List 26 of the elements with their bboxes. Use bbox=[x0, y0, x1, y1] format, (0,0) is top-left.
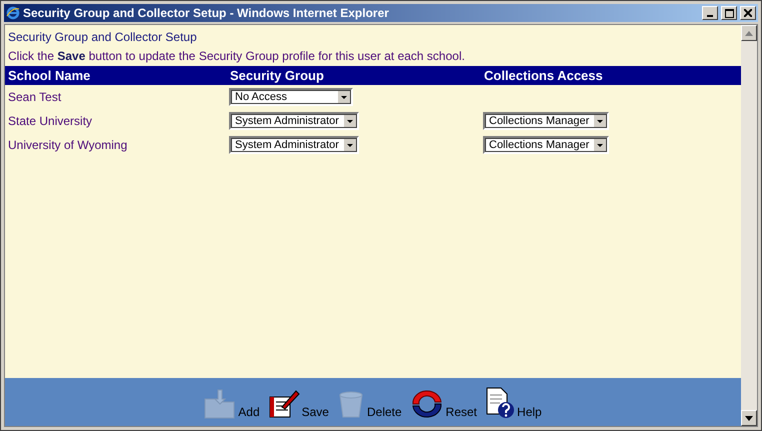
school-name: State University bbox=[7, 114, 94, 128]
browser-logo-icon bbox=[6, 6, 20, 20]
dropdown[interactable]: System Administrator bbox=[229, 136, 359, 154]
school-name: Sean Test bbox=[7, 90, 62, 104]
column-header: Collections Access bbox=[483, 68, 604, 83]
page-title: Security Group and Collector Setup bbox=[7, 29, 198, 46]
school-name: University of Wyoming bbox=[7, 138, 128, 152]
window-title: Security Group and Collector Setup - Windows Internet Explorer bbox=[23, 6, 390, 20]
maximize-icon bbox=[724, 8, 734, 18]
scroll-down-icon bbox=[745, 416, 753, 420]
close-button[interactable] bbox=[740, 6, 756, 20]
dropdown[interactable]: Collections Manager bbox=[483, 112, 610, 130]
toolbar-button[interactable]: Save bbox=[268, 389, 329, 419]
dropdown[interactable]: System Administrator bbox=[229, 112, 359, 130]
toolbar-button[interactable]: Help bbox=[485, 387, 542, 419]
maximize-button[interactable] bbox=[721, 6, 737, 20]
close-icon bbox=[744, 9, 752, 17]
scroll-up-icon bbox=[745, 30, 753, 36]
column-header: Security Group bbox=[229, 68, 325, 83]
column-header: School Name bbox=[7, 68, 92, 83]
scrollbar[interactable] bbox=[741, 25, 757, 426]
minimize-button[interactable] bbox=[702, 6, 718, 20]
dropdown[interactable]: No Access bbox=[229, 88, 353, 106]
dropdown[interactable]: Collections Manager bbox=[483, 136, 610, 154]
instruction-text: Click the Save button to update the Security Group profile for this user at each school. bbox=[7, 48, 466, 65]
toolbar-button[interactable]: Reset bbox=[410, 389, 478, 419]
